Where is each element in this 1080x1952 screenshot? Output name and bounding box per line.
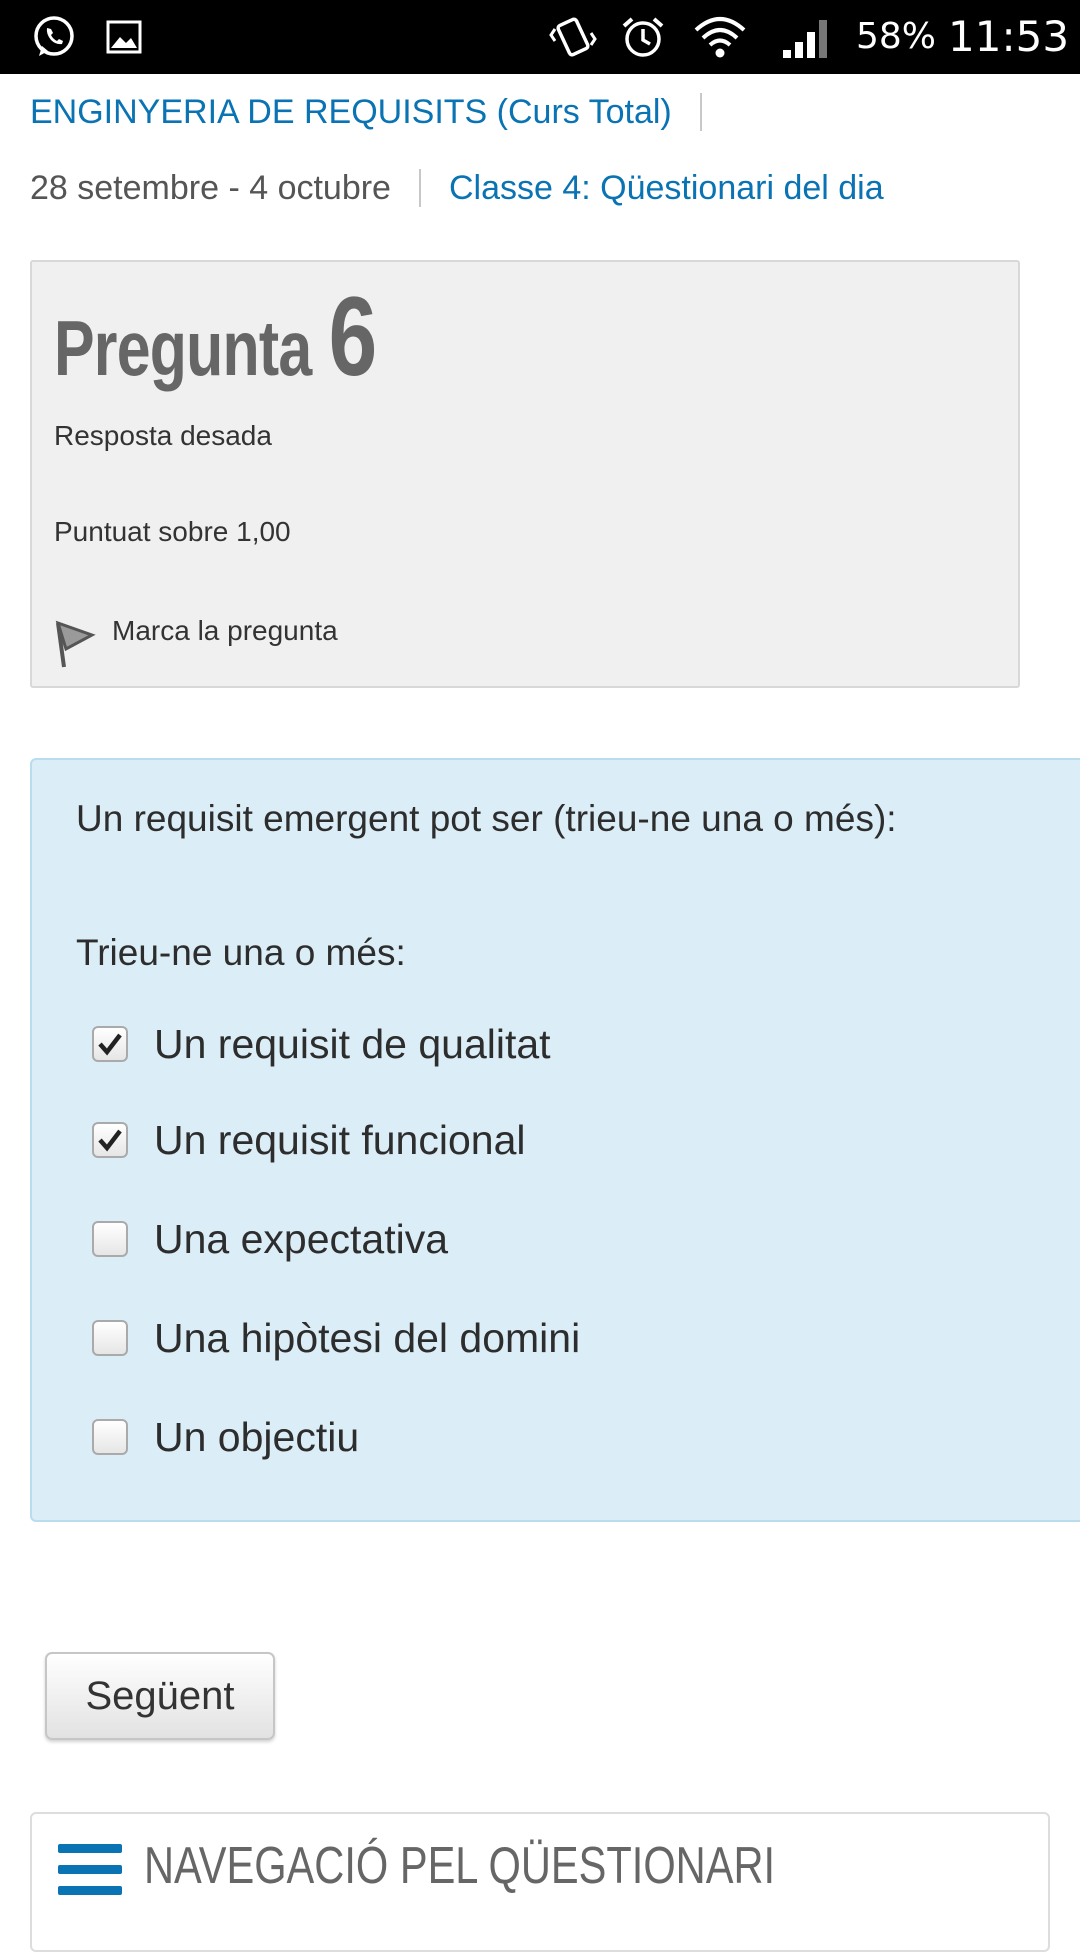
answer-option-label[interactable]: Una expectativa xyxy=(154,1216,448,1263)
breadcrumb: ENGINYERIA DE REQUISITS (Curs Total) xyxy=(30,90,730,134)
breadcrumb-divider xyxy=(418,169,421,207)
quiz-navigation-title: NAVEGACIÓ PEL QÜESTIONARI xyxy=(144,1837,776,1895)
answer-option-label[interactable]: Una hipòtesi del domini xyxy=(154,1315,580,1362)
answer-checkbox[interactable] xyxy=(92,1026,128,1062)
breadcrumb-row-2: 28 setembre - 4 octubre Classe 4: Qüesti… xyxy=(30,166,884,210)
flag-question-label[interactable]: Marca la pregunta xyxy=(112,615,338,647)
breadcrumb-divider xyxy=(699,93,702,131)
flag-question-toggle[interactable]: Marca la pregunta xyxy=(54,607,338,668)
question-number: 6 xyxy=(328,274,378,399)
breadcrumb-activity-link[interactable]: Classe 4: Qüestionari del dia xyxy=(449,169,884,208)
answer-checkbox[interactable] xyxy=(92,1122,128,1158)
question-state: Resposta desada xyxy=(54,420,272,451)
signal-icon xyxy=(780,0,834,74)
flag-icon xyxy=(55,620,96,668)
next-button[interactable]: Següent xyxy=(45,1652,275,1740)
answer-prompt: Trieu-ne una o més: xyxy=(76,932,406,973)
answer-checkbox[interactable] xyxy=(92,1419,128,1455)
question-heading: Pregunta 6 xyxy=(54,272,377,401)
question-info-panel: Pregunta 6 Resposta desada Puntuat sobre… xyxy=(30,260,1020,688)
gallery-icon xyxy=(104,0,144,74)
answer-option[interactable]: Un requisit de qualitat xyxy=(92,1014,551,1074)
alarm-icon xyxy=(618,0,668,74)
vibrate-icon xyxy=(548,0,598,74)
question-content: Un requisit emergent pot ser (trieu-ne u… xyxy=(30,758,1080,1522)
question-label: Pregunta xyxy=(54,304,312,392)
answer-option[interactable]: Una expectativa xyxy=(92,1209,448,1269)
answer-option[interactable]: Un requisit funcional xyxy=(92,1110,525,1170)
answer-option[interactable]: Una hipòtesi del domini xyxy=(92,1308,580,1368)
status-bar: 58% 11:53 xyxy=(0,0,1080,74)
menu-icon[interactable] xyxy=(58,1844,122,1896)
breadcrumb-course-link[interactable]: ENGINYERIA DE REQUISITS (Curs Total) xyxy=(30,93,672,132)
answer-checkbox[interactable] xyxy=(92,1320,128,1356)
wifi-icon xyxy=(692,0,748,74)
answer-checkbox[interactable] xyxy=(92,1221,128,1257)
answer-option-label[interactable]: Un objectiu xyxy=(154,1414,359,1461)
answer-option-label[interactable]: Un requisit de qualitat xyxy=(154,1021,551,1068)
checkmark-icon xyxy=(98,1129,122,1152)
question-grade: Puntuat sobre 1,00 xyxy=(54,516,291,547)
checkmark-icon xyxy=(98,1033,122,1056)
quiz-navigation-block: NAVEGACIÓ PEL QÜESTIONARI xyxy=(30,1812,1050,1952)
whatsapp-icon xyxy=(30,0,78,74)
question-text: Un requisit emergent pot ser (trieu-ne u… xyxy=(76,798,897,839)
answer-option-label[interactable]: Un requisit funcional xyxy=(154,1117,525,1164)
breadcrumb-week: 28 setembre - 4 octubre xyxy=(30,168,391,207)
battery-level: 58% xyxy=(856,16,937,57)
answer-option[interactable]: Un objectiu xyxy=(92,1407,359,1467)
clock: 11:53 xyxy=(948,12,1070,61)
